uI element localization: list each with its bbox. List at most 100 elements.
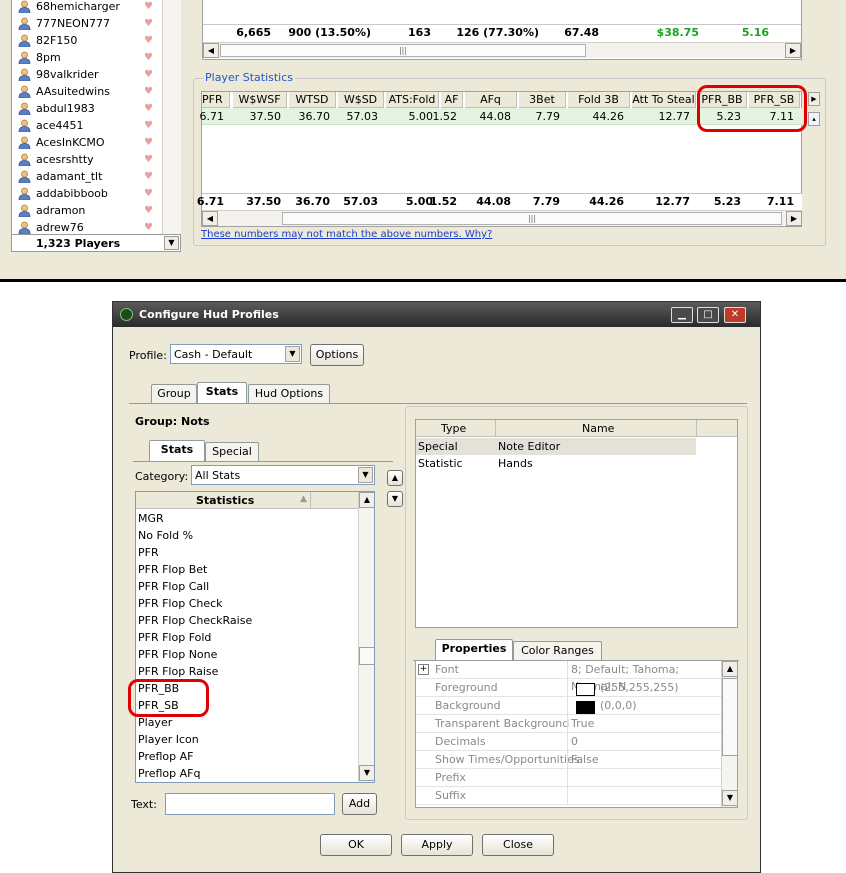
chevron-down-icon[interactable]: ▼	[164, 236, 179, 250]
statistic-item[interactable]: Preflop AFq	[138, 767, 200, 780]
heart-icon[interactable]: ♥	[144, 15, 153, 32]
property-row[interactable]: Background (0,0,0)	[416, 697, 721, 715]
scroll-thumb[interactable]: |||	[220, 44, 586, 57]
move-up-icon[interactable]: ▲	[387, 470, 403, 486]
statistic-item[interactable]: No Fold %	[138, 529, 193, 542]
close-icon[interactable]: ✕	[724, 307, 746, 323]
player-list-item[interactable]: AcesInKCMO ♥	[12, 134, 162, 151]
heart-icon[interactable]: ♥	[144, 66, 153, 83]
column-header[interactable]: Att To Steal	[632, 92, 696, 108]
heart-icon[interactable]: ♥	[144, 168, 153, 185]
heart-icon[interactable]: ♥	[144, 185, 153, 202]
property-row[interactable]: Suffix	[416, 787, 721, 805]
heart-icon[interactable]: ♥	[144, 117, 153, 134]
heart-icon[interactable]: ♥	[144, 32, 153, 49]
statistic-item[interactable]: MGR	[138, 512, 164, 525]
dialog-titlebar[interactable]: Configure Hud Profiles ▁ □ ✕	[113, 302, 760, 327]
player-list[interactable]: 68hemicharger ♥ 777NEON777 ♥ 82F150 ♥ 8pm ♥ 98va…	[11, 0, 181, 252]
add-button[interactable]: Add	[342, 793, 377, 815]
column-header[interactable]: PFR	[202, 92, 230, 108]
statistic-item[interactable]: PFR Flop Fold	[138, 631, 211, 644]
player-list-item[interactable]: 98valkrider ♥	[12, 66, 162, 83]
scroll-thumb[interactable]: |||	[282, 212, 782, 225]
statistic-item[interactable]: PFR Flop Call	[138, 580, 209, 593]
apply-button[interactable]: Apply	[401, 834, 473, 856]
ok-button[interactable]: OK	[320, 834, 392, 856]
statistics-scrollbar[interactable]: ▲ ▼	[358, 492, 374, 782]
tab-properties[interactable]: Properties	[435, 639, 513, 660]
player-list-item[interactable]: 68hemicharger ♥	[12, 0, 162, 15]
selected-row[interactable]: Special Note Editor	[416, 438, 696, 455]
scroll-thumb[interactable]	[359, 647, 374, 665]
statistic-item[interactable]: PFR Flop Raise	[138, 665, 218, 678]
player-list-item[interactable]: 8pm ♥	[12, 49, 162, 66]
subtab-stats[interactable]: Stats	[149, 440, 205, 461]
chevron-down-icon[interactable]: ▼	[358, 467, 373, 483]
property-row[interactable]: Prefix	[416, 769, 721, 787]
profile-select[interactable]: Cash - Default ▼	[170, 344, 302, 364]
tab-group[interactable]: Group	[151, 384, 197, 403]
property-row[interactable]: Font 8; Default; Tahoma; Normal; N	[416, 661, 721, 693]
heart-icon[interactable]: ♥	[144, 151, 153, 168]
statistic-item[interactable]: PFR Flop CheckRaise	[138, 614, 252, 627]
column-header[interactable]: Fold 3B	[568, 92, 630, 108]
session-horizontal-scrollbar[interactable]: ◀ ||| ▶	[203, 42, 801, 58]
player-list-item[interactable]: ace4451 ♥	[12, 117, 162, 134]
column-chooser-icon[interactable]: ▶	[808, 92, 820, 106]
statistic-item[interactable]: Player	[138, 716, 172, 729]
column-header[interactable]: W$SD	[338, 92, 384, 108]
close-button[interactable]: Close	[482, 834, 554, 856]
column-header[interactable]: AFq	[465, 92, 517, 108]
row-scroll-icon[interactable]: ▴	[808, 112, 820, 126]
column-header[interactable]: AF	[441, 92, 463, 108]
scroll-left-icon[interactable]: ◀	[202, 211, 218, 226]
tab-color-ranges[interactable]: Color Ranges	[513, 641, 602, 660]
subtab-special[interactable]: Special	[205, 442, 259, 461]
properties-grid[interactable]: + Font 8; Default; Tahoma; Normal; N Foreg…	[415, 660, 738, 808]
tab-stats[interactable]: Stats	[197, 382, 247, 403]
player-list-item[interactable]: 777NEON777 ♥	[12, 15, 162, 32]
statistics-list[interactable]: Statistics ▲ MGR No Fold % PFR PFR Flop Bet…	[135, 491, 375, 783]
property-row[interactable]: Show Times/Opportunities False	[416, 751, 721, 769]
scroll-right-icon[interactable]: ▶	[786, 211, 802, 226]
type-column-header[interactable]: Type	[441, 422, 466, 435]
player-list-item[interactable]: adramon ♥	[12, 202, 162, 219]
statistic-item[interactable]: Player Icon	[138, 733, 199, 746]
scroll-left-icon[interactable]: ◀	[203, 43, 219, 58]
scroll-thumb[interactable]	[722, 678, 737, 756]
scroll-down-icon[interactable]: ▼	[359, 765, 374, 781]
statistic-item[interactable]: PFR	[138, 546, 159, 559]
heart-icon[interactable]: ♥	[144, 49, 153, 66]
selected-row[interactable]: Statistic Hands	[416, 455, 696, 472]
maximize-icon[interactable]: □	[697, 307, 719, 323]
property-row[interactable]: Decimals 0	[416, 733, 721, 751]
statistic-item[interactable]: PFR Flop Check	[138, 597, 223, 610]
heart-icon[interactable]: ♥	[144, 202, 153, 219]
minimize-icon[interactable]: ▁	[671, 307, 693, 323]
heart-icon[interactable]: ♥	[144, 100, 153, 117]
column-header[interactable]: ATS:Fold	[386, 92, 439, 108]
heart-icon[interactable]: ♥	[144, 83, 153, 100]
player-list-item[interactable]: adamant_tlt ♥	[12, 168, 162, 185]
player-list-item[interactable]: 82F150 ♥	[12, 32, 162, 49]
tab-hud-options[interactable]: Hud Options	[248, 384, 330, 403]
scroll-down-icon[interactable]: ▼	[722, 790, 737, 806]
scroll-up-icon[interactable]: ▲	[722, 661, 737, 677]
category-select[interactable]: All Stats ▼	[191, 465, 375, 485]
property-row[interactable]: Foreground (255,255,255)	[416, 679, 721, 697]
column-header[interactable]: 3Bet	[519, 92, 566, 108]
heart-icon[interactable]: ♥	[144, 134, 153, 151]
scroll-up-icon[interactable]: ▲	[359, 492, 374, 508]
property-row[interactable]: Transparent Background True	[416, 715, 721, 733]
numbers-mismatch-link[interactable]: These numbers may not match the above nu…	[201, 229, 492, 240]
statistic-item[interactable]: Preflop AF	[138, 750, 193, 763]
player-list-item[interactable]: addabibboob ♥	[12, 185, 162, 202]
statistic-item[interactable]: PFR Flop Bet	[138, 563, 207, 576]
properties-scrollbar[interactable]: ▲ ▼	[721, 661, 737, 807]
text-input[interactable]	[165, 793, 335, 815]
player-list-scrollbar[interactable]	[162, 0, 181, 234]
player-stats-horizontal-scrollbar[interactable]: ◀ ||| ▶	[202, 210, 802, 226]
statistics-header[interactable]: Statistics ▲	[136, 492, 358, 509]
player-list-item[interactable]: abdul1983 ♥	[12, 100, 162, 117]
selected-stats-list[interactable]: Type Name Special Note Editor Statistic …	[415, 419, 738, 628]
